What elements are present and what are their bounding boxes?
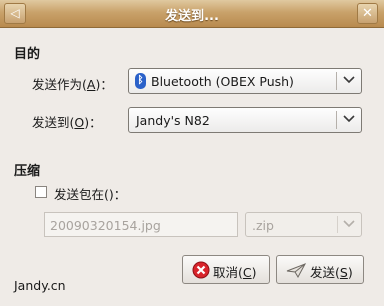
send-label: 发送(S) (310, 265, 353, 280)
send-to-label: 发送到(O)： (32, 115, 102, 130)
cancel-label: 取消(C) (213, 265, 257, 280)
window-title: 发送到... (165, 9, 219, 24)
send-as-combo[interactable]: ᛒ Bluetooth (OBEX Push) (128, 68, 362, 94)
send-to-combo[interactable]: Jandy's N82 (128, 107, 362, 133)
cancel-icon (192, 261, 210, 279)
send-button[interactable]: 发送(S) (276, 255, 364, 284)
filename-input[interactable]: 20090320154.jpg (44, 212, 238, 237)
send-as-label: 发送作为(A)： (32, 77, 113, 92)
chevron-down-icon (343, 76, 355, 84)
close-icon: ✕ (362, 6, 373, 21)
destination-section-title: 目的 (14, 47, 41, 62)
title-bar: ◁ 发送到... ✕ (0, 0, 384, 28)
bluetooth-icon: ᛒ (135, 73, 146, 89)
window-close-button[interactable]: ✕ (357, 3, 378, 24)
pack-label: 发送包在()： (54, 187, 127, 202)
archive-format-value: .zip (252, 218, 274, 233)
cancel-button[interactable]: 取消(C) (182, 255, 270, 284)
archive-format-combo[interactable]: .zip (245, 212, 362, 237)
chevron-down-icon (343, 220, 355, 228)
pack-checkbox[interactable] (35, 186, 47, 198)
watermark-text: Jandy.cn (14, 278, 66, 293)
filename-value: 20090320154.jpg (50, 218, 161, 233)
compression-section-title: 压缩 (14, 164, 41, 179)
chevron-down-icon (343, 115, 355, 123)
send-icon (286, 263, 306, 278)
send-to-value: Jandy's N82 (136, 113, 210, 128)
send-as-value: Bluetooth (OBEX Push) (151, 74, 294, 89)
